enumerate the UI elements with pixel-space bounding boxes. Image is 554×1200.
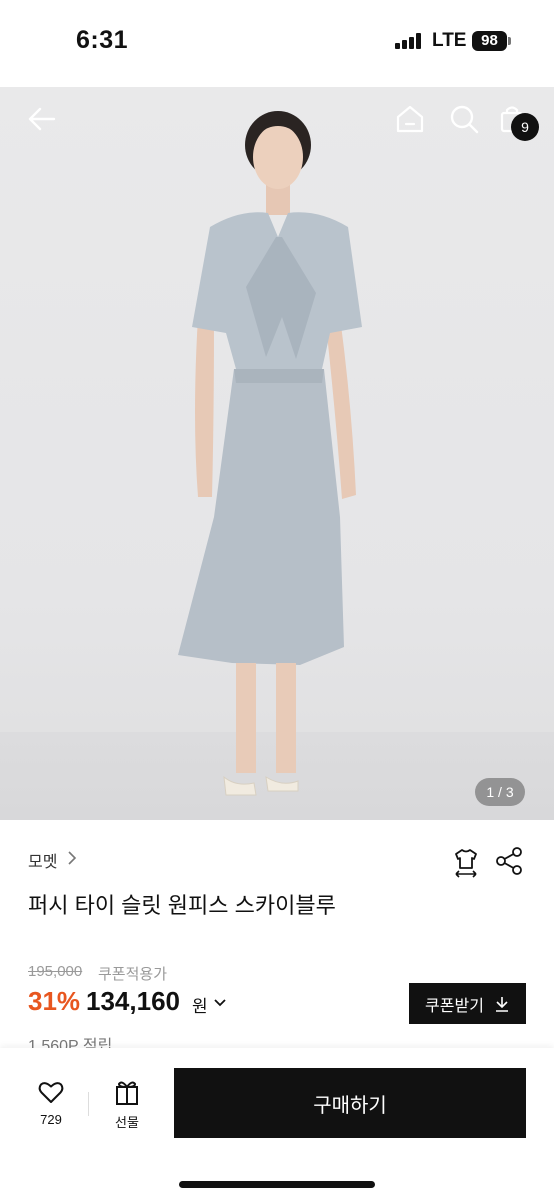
signal-icon [395,33,423,49]
size-fit-icon[interactable] [450,846,482,878]
status-bar: 6:31 LTE 98 [0,0,554,84]
like-count: 729 [40,1112,62,1127]
network-label: LTE [432,30,467,51]
buy-button[interactable]: 구매하기 [174,1068,526,1138]
get-coupon-button[interactable]: 쿠폰받기 [409,983,526,1024]
gift-icon [116,1081,138,1105]
like-button[interactable]: 729 [24,1078,78,1134]
chevron-right-icon[interactable] [66,850,78,866]
sale-price: 134,160 [86,986,180,1016]
cart-count-badge: 9 [511,113,539,141]
battery-nub [508,37,511,45]
download-icon [495,996,508,1012]
currency-label: 원 [192,997,208,1016]
brand-link[interactable]: 모멧 [28,848,57,872]
gift-button[interactable]: 선물 [100,1078,154,1134]
coupon-price-note: 쿠폰적용가 [98,966,168,983]
battery-icon: 98 [472,31,507,51]
image-page-indicator: 1 / 3 [475,778,525,806]
product-title: 퍼시 타이 슬릿 원피스 스카이블루 [28,893,336,918]
original-price: 195,000 [28,963,83,980]
chevron-down-icon[interactable] [212,996,228,1010]
model-figure [178,111,362,796]
heart-icon [38,1082,64,1103]
search-icon[interactable] [448,103,480,135]
share-icon[interactable] [494,846,524,876]
gift-label: 선물 [115,1115,139,1130]
coupon-button-label: 쿠폰받기 [425,997,484,1015]
home-icon[interactable] [394,103,426,135]
back-arrow-icon[interactable] [26,103,58,135]
status-time: 6:31 [76,26,129,54]
home-indicator [179,1181,375,1188]
discount-rate: 31% [28,986,81,1016]
product-image[interactable] [0,87,554,820]
bottom-divider [88,1092,89,1116]
reward-points: 1,560P 적립 [28,1038,113,1048]
